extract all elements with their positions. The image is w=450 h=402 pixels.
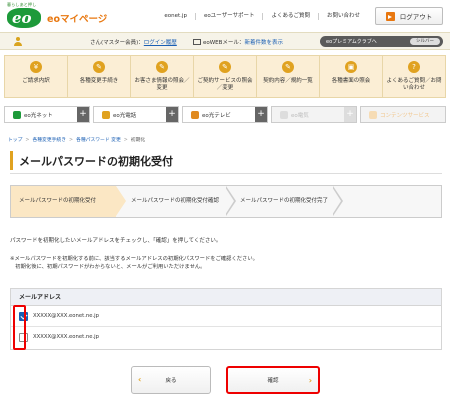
- back-button[interactable]: ‹ 戻る: [131, 366, 211, 394]
- mail-address: XXXXX@XXX.eonet.ne.jp: [33, 313, 100, 319]
- plus-icon: +: [344, 107, 356, 122]
- breadcrumb-top[interactable]: トップ: [8, 138, 22, 143]
- service-tabs: eo光ネット + eo光電話 + eo光テレビ + eo電気 + コンテンツサービス: [4, 106, 446, 123]
- progress-steps: メールパスワードの初期化受付 メールパスワードの初期化受付確認 メールパスワード…: [10, 185, 442, 218]
- tab-eo-net[interactable]: eo光ネット +: [4, 106, 90, 123]
- link-faq[interactable]: よくあるご質問: [262, 13, 318, 20]
- tab-eo-electric: eo電気 +: [271, 106, 357, 123]
- step-arrow: [225, 186, 236, 216]
- tab-eo-phone[interactable]: eo光電話 +: [93, 106, 179, 123]
- pencil-icon: ✎: [156, 61, 168, 73]
- instruction-text: パスワードを初期化したいメールアドレスをチェックし、「確認」を押してください。: [10, 238, 222, 244]
- logout-label: ログアウト: [399, 13, 433, 21]
- pencil-icon: ✎: [282, 61, 294, 73]
- electric-icon: [280, 110, 288, 119]
- plus-icon: +: [166, 107, 178, 122]
- tv-icon: [191, 110, 199, 119]
- premium-club-link[interactable]: eoプレミアムクラブへ シルバー: [320, 36, 443, 47]
- step-complete: メールパスワードの初期化受付完了: [240, 198, 329, 204]
- mail-address-table: メールアドレス XXXXX@XXX.eonet.ne.jp XXXXX@XXX.…: [10, 288, 442, 350]
- user-greeting: さん(マスター会員)：ログイン履歴: [90, 40, 177, 46]
- menu-services[interactable]: ✎ ご契約サービスの照会／変更: [194, 56, 257, 97]
- logout-icon: [385, 11, 395, 21]
- link-eonet[interactable]: eonet.jp: [156, 13, 195, 20]
- plus-icon: +: [77, 107, 89, 122]
- tab-content-service: コンテンツサービス: [360, 106, 446, 123]
- highlight-box: [13, 305, 26, 350]
- table-header: メールアドレス: [11, 289, 441, 306]
- caution-note: ※メールパスワードを初期化する前に、該当するメールアドレスの初期化パスワードをご…: [10, 256, 258, 270]
- menu-procedures[interactable]: ✎ 各種変更手続き: [68, 56, 131, 97]
- site-header: 暮らしあと押し eo eoマイページ eonet.jp eoユーザーサポート よ…: [0, 0, 450, 32]
- rank-badge: シルバー: [410, 38, 440, 45]
- breadcrumb-current: 初期化: [130, 138, 146, 143]
- step-current: メールパスワードの初期化受付: [11, 186, 126, 217]
- main-menu: ¥ ご請求内訳 ✎ 各種変更手続き ✎ お客さま情報の照会／変更 ✎ ご契約サービスの照…: [4, 55, 446, 98]
- chevron-right-icon: ›: [308, 376, 312, 385]
- user-bar: さん(マスター会員)：ログイン履歴 eoWEBメール：新着件数を表示 eoプレミ…: [0, 32, 450, 50]
- mail-address: XXXXX@XXX.eonet.ne.jp: [33, 334, 100, 340]
- tab-eo-tv[interactable]: eo光テレビ +: [182, 106, 268, 123]
- step-arrow: [332, 186, 343, 216]
- table-row[interactable]: XXXXX@XXX.eonet.ne.jp: [11, 306, 441, 327]
- link-contact[interactable]: お問い合わせ: [317, 13, 368, 20]
- step-confirm: メールパスワードの初期化受付確認: [131, 198, 220, 204]
- divider: [10, 173, 442, 174]
- site-name[interactable]: eoマイページ: [47, 11, 107, 25]
- menu-documents[interactable]: ▣ 各種書面の照会: [320, 56, 383, 97]
- chevron-left-icon: ‹: [138, 375, 142, 384]
- menu-customer-info[interactable]: ✎ お客さま情報の照会／変更: [131, 56, 194, 97]
- question-icon: ?: [408, 61, 420, 73]
- page-title: メールパスワードの初期化受付: [19, 155, 173, 168]
- content-icon: [369, 110, 377, 119]
- net-icon: [13, 110, 21, 119]
- title-accent: [10, 151, 13, 170]
- logout-button[interactable]: ログアウト: [375, 7, 443, 25]
- breadcrumb-password[interactable]: 各種パスワード 変更: [76, 138, 121, 143]
- plus-icon: +: [255, 107, 267, 122]
- pencil-icon: ✎: [93, 61, 105, 73]
- mail-icon: [193, 39, 201, 45]
- document-icon: ▣: [345, 61, 357, 73]
- menu-faq[interactable]: ? よくあるご質問／お問い合わせ: [383, 56, 445, 97]
- yen-icon: ¥: [30, 61, 42, 73]
- confirm-button[interactable]: 確認 ›: [226, 366, 320, 394]
- login-history-link[interactable]: ログイン履歴: [144, 40, 177, 46]
- top-links: eonet.jp eoユーザーサポート よくあるご質問 お問い合わせ: [156, 13, 368, 20]
- menu-billing[interactable]: ¥ ご請求内訳: [5, 56, 68, 97]
- webmail-status: eoWEBメール：新着件数を表示: [193, 38, 283, 46]
- mail-count-link[interactable]: 新着件数を表示: [244, 40, 283, 46]
- breadcrumb-procedures[interactable]: 各種変更手続き: [32, 138, 66, 143]
- user-icon: [14, 37, 22, 46]
- menu-contract[interactable]: ✎ 契約内容／規約一覧: [257, 56, 320, 97]
- table-row[interactable]: XXXXX@XXX.eonet.ne.jp: [11, 327, 441, 348]
- eo-logo[interactable]: eo: [7, 8, 41, 28]
- breadcrumb: トップ > 各種変更手続き > 各種パスワード 変更 > 初期化: [8, 138, 146, 143]
- pencil-icon: ✎: [219, 61, 231, 73]
- link-user-support[interactable]: eoユーザーサポート: [194, 13, 263, 20]
- phone-icon: [102, 110, 110, 119]
